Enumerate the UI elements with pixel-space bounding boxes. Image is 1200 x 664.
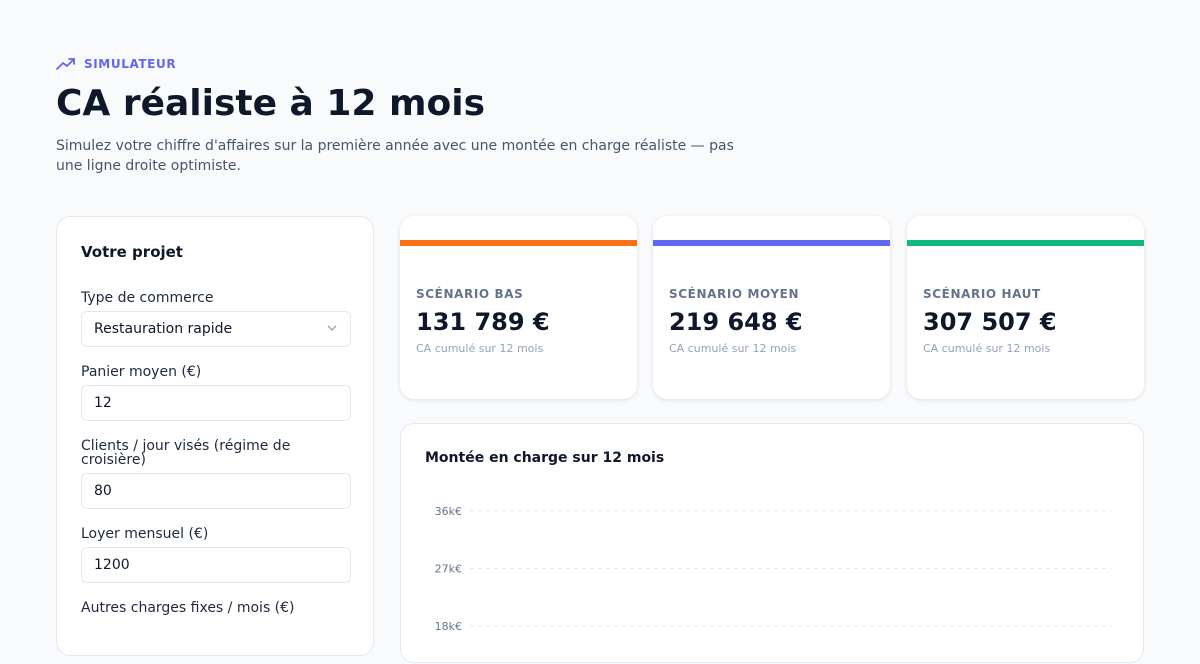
clients-input[interactable] bbox=[94, 483, 338, 499]
commerce-field: Type de commerce Restauration rapide bbox=[81, 290, 351, 347]
scenario-accent-bar bbox=[653, 240, 890, 246]
scenario-label: SCÉNARIO BAS bbox=[416, 287, 524, 301]
ramp-up-chart-card: Montée en charge sur 12 mois 36k€ 27k€ 18k… bbox=[400, 423, 1144, 663]
scenario-value: 307 507 € bbox=[923, 308, 1057, 336]
eyebrow: SIMULATEUR bbox=[56, 57, 176, 71]
project-form-panel: Votre projet Type de commerce Restaurati… bbox=[56, 216, 374, 656]
scenario-caption: CA cumulé sur 12 mois bbox=[923, 342, 1051, 355]
loyer-input-box[interactable] bbox=[81, 547, 351, 583]
y-tick-label: 27k€ bbox=[435, 563, 462, 576]
loyer-field: Loyer mensuel (€) bbox=[81, 526, 351, 583]
scenario-caption: CA cumulé sur 12 mois bbox=[669, 342, 797, 355]
commerce-select-value: Restauration rapide bbox=[94, 321, 233, 337]
scenario-card-high: SCÉNARIO HAUT 307 507 € CA cumulé sur 12… bbox=[907, 216, 1144, 399]
page-subtitle: Simulez votre chiffre d'affaires sur la … bbox=[56, 138, 734, 174]
panier-field: Panier moyen (€) bbox=[81, 364, 351, 421]
y-tick-label: 36k€ bbox=[435, 505, 462, 518]
scenario-caption: CA cumulé sur 12 mois bbox=[416, 342, 544, 355]
scenario-accent-bar bbox=[907, 240, 1144, 246]
scenario-card-medium: SCÉNARIO MOYEN 219 648 € CA cumulé sur 1… bbox=[653, 216, 890, 399]
panier-label: Panier moyen (€) bbox=[81, 364, 202, 380]
clients-input-box[interactable] bbox=[81, 473, 351, 509]
loyer-label: Loyer mensuel (€) bbox=[81, 526, 209, 542]
panier-input[interactable] bbox=[94, 395, 338, 411]
panier-input-box[interactable] bbox=[81, 385, 351, 421]
commerce-select[interactable]: Restauration rapide bbox=[81, 311, 351, 347]
scenario-value: 131 789 € bbox=[416, 308, 550, 336]
trending-up-icon bbox=[56, 57, 76, 71]
clients-label: Clients / jour visés (régime de croisièr… bbox=[81, 438, 291, 468]
page-title: CA réaliste à 12 mois bbox=[56, 83, 486, 124]
scenario-label: SCÉNARIO HAUT bbox=[923, 287, 1041, 301]
panel-title: Votre projet bbox=[81, 243, 183, 261]
scenario-card-low: SCÉNARIO BAS 131 789 € CA cumulé sur 12 … bbox=[400, 216, 637, 399]
charges-field: Autres charges fixes / mois (€) bbox=[81, 601, 349, 615]
commerce-label: Type de commerce bbox=[81, 290, 214, 306]
chevron-down-icon bbox=[326, 324, 338, 335]
y-tick-label: 18k€ bbox=[435, 620, 462, 633]
loyer-input[interactable] bbox=[94, 557, 338, 573]
ramp-up-chart: 36k€ 27k€ 18k€ bbox=[435, 505, 1111, 633]
scenario-value: 219 648 € bbox=[669, 308, 803, 336]
clients-field: Clients / jour visés (régime de croisièr… bbox=[81, 438, 351, 509]
scenario-accent-bar bbox=[400, 240, 637, 246]
charges-label: Autres charges fixes / mois (€) bbox=[81, 600, 295, 616]
scenario-label: SCÉNARIO MOYEN bbox=[669, 287, 800, 301]
eyebrow-label: SIMULATEUR bbox=[84, 57, 177, 71]
